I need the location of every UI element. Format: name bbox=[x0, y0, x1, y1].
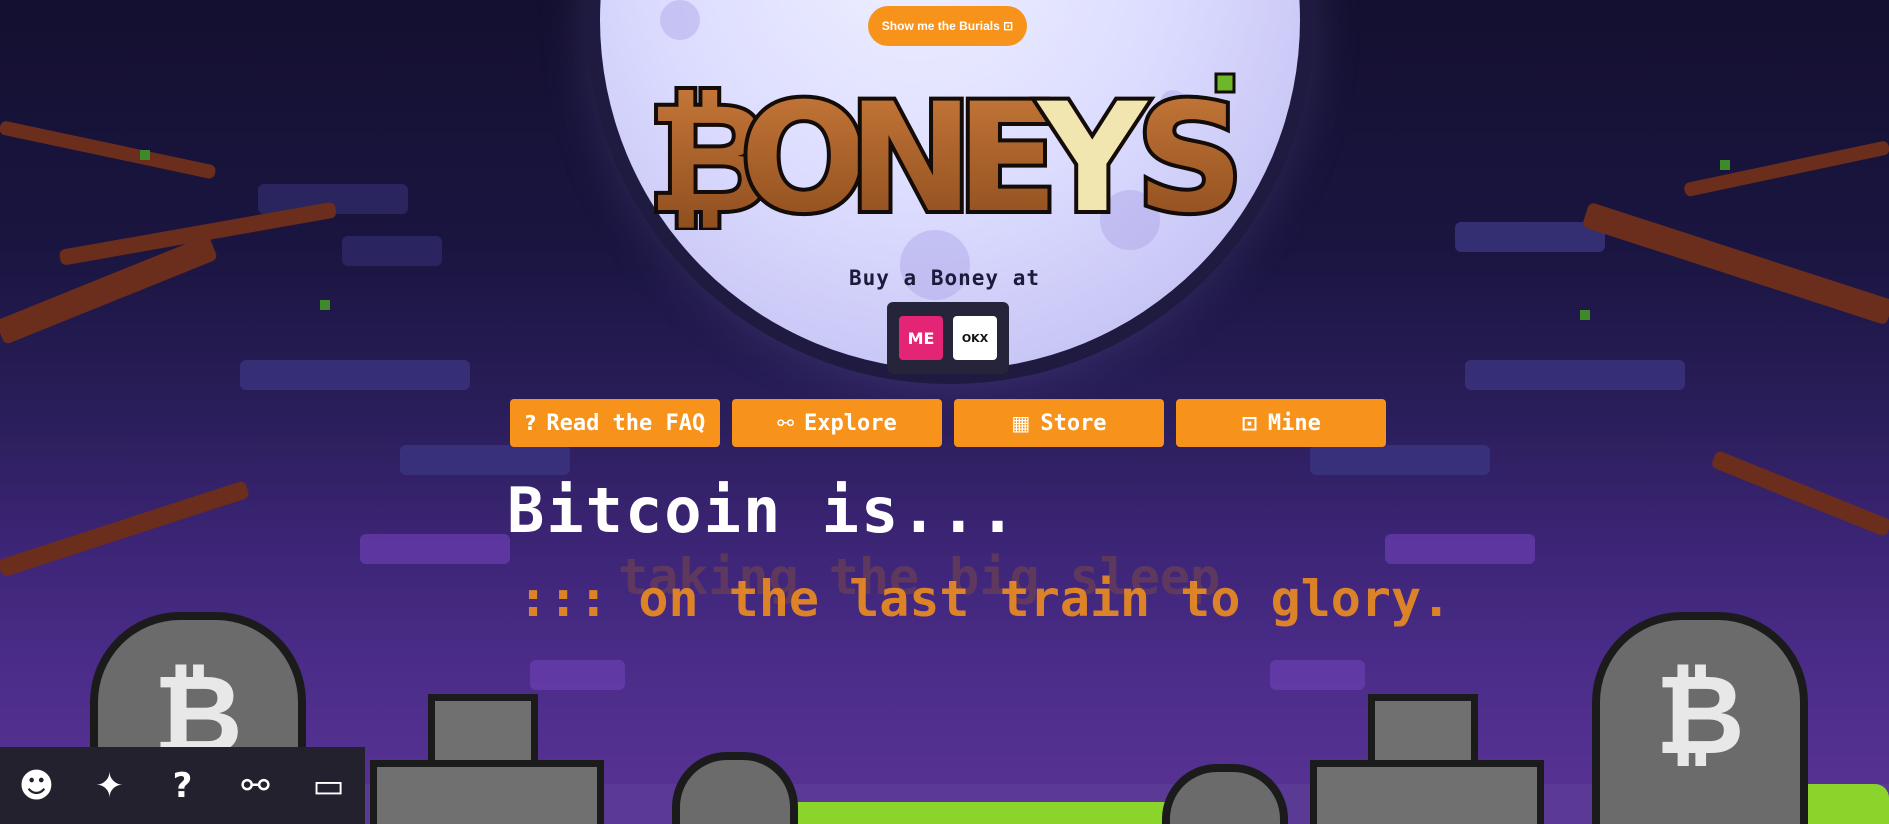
buy-boney-label: Buy a Boney at bbox=[848, 266, 1040, 290]
discord-icon[interactable]: ☻ bbox=[12, 761, 62, 811]
magic-eden-link[interactable]: ME bbox=[899, 316, 943, 360]
okx-link[interactable]: OKX bbox=[953, 316, 997, 360]
tombstone-small-left bbox=[672, 752, 798, 824]
store-label: Store bbox=[1040, 410, 1107, 436]
store-button[interactable]: ▦ Store bbox=[954, 399, 1164, 447]
explore-label: Explore bbox=[804, 410, 897, 436]
social-bar: ☻ ✦ ? ⚯ ▭ bbox=[0, 747, 365, 824]
binoculars-icon: ⚯ bbox=[777, 411, 795, 435]
read-faq-button[interactable]: ? Read the FAQ bbox=[510, 399, 720, 447]
boneys-logo: ₿ O N E Y S bbox=[648, 70, 1248, 230]
read-faq-label: Read the FAQ bbox=[546, 410, 706, 436]
mine-button[interactable]: ⊡ Mine bbox=[1176, 399, 1386, 447]
binoculars-icon[interactable]: ⚯ bbox=[231, 761, 281, 811]
svg-text:S: S bbox=[1136, 72, 1244, 230]
help-icon[interactable]: ? bbox=[158, 761, 208, 811]
mine-label: Mine bbox=[1267, 410, 1321, 436]
tombstone-bitcoin-right: ₿ bbox=[1592, 612, 1808, 824]
svg-text:Y: Y bbox=[1036, 72, 1149, 230]
hero-phrase: ::: on the last train to glory. bbox=[518, 570, 1452, 628]
marketplace-links: ME OKX bbox=[887, 302, 1009, 374]
twitter-icon[interactable]: ✦ bbox=[85, 761, 135, 811]
store-icon: ▦ bbox=[1011, 411, 1031, 435]
tombstone-small-right bbox=[1162, 764, 1288, 824]
pickaxe-icon: ⊡ bbox=[1241, 411, 1258, 435]
question-circle-icon: ? bbox=[524, 411, 537, 435]
svg-text:N: N bbox=[848, 72, 974, 230]
show-burials-button[interactable]: Show me the Burials ⊡ bbox=[868, 6, 1027, 46]
tape-icon[interactable]: ▭ bbox=[304, 761, 354, 811]
explore-button[interactable]: ⚯ Explore bbox=[732, 399, 942, 447]
hero-prefix: Bitcoin is... bbox=[507, 474, 1019, 547]
